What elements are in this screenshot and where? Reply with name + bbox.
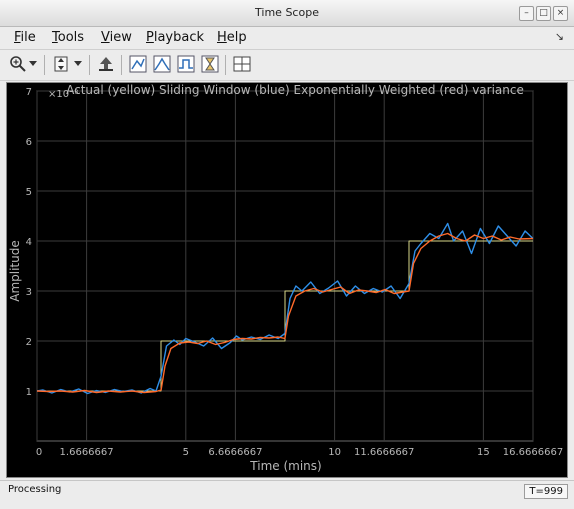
y-tick-label: 2 — [26, 337, 32, 348]
dropdown-arrow-icon[interactable] — [27, 53, 39, 75]
plot-frame — [36, 90, 534, 442]
status-text: Processing — [8, 484, 62, 495]
maximize-button[interactable]: □ — [536, 6, 551, 21]
x-tick-label: 5 — [183, 447, 189, 458]
bilevel-icon[interactable] — [175, 53, 197, 75]
zoom-in-icon[interactable] — [7, 53, 29, 75]
toolbar-separator — [225, 55, 226, 75]
status-bar: Processing T=999 — [0, 480, 574, 509]
close-button[interactable]: × — [553, 6, 568, 21]
x-tick-label: 6.6666667 — [208, 447, 262, 458]
layout-icon[interactable] — [231, 53, 253, 75]
scale-axes-icon[interactable] — [50, 53, 72, 75]
y-tick-label: 4 — [26, 237, 32, 248]
x-tick-label: 15 — [477, 447, 490, 458]
grid-lines — [36, 90, 534, 442]
undock-icon[interactable]: ↘ — [555, 30, 564, 43]
x-tick-labels: 0 1.6666667 5 6.6666667 10 11.6666667 15 16.666… — [36, 447, 563, 458]
menu-tools[interactable]: Tools — [52, 30, 84, 45]
toolbar-separator — [89, 55, 90, 75]
scope-display[interactable]: 1 2 3 4 5 6 7 0 1.6666667 5 6.6666667 10 11.6666667… — [6, 82, 568, 478]
cursor-measurements-icon[interactable] — [199, 53, 221, 75]
plot-title: Actual (yellow) Sliding Window (blue) Ex… — [66, 83, 524, 97]
x-tick-label: 0 — [36, 447, 42, 458]
y-tick-label: 5 — [26, 187, 32, 198]
menu-playback[interactable]: Playback — [146, 30, 204, 45]
minimize-button[interactable]: – — [519, 6, 534, 21]
x-tick-label: 1.6666667 — [60, 447, 114, 458]
y-tick-label: 7 — [26, 87, 32, 98]
x-tick-label: 16.6666667 — [503, 447, 563, 458]
y-multiplier-label: ×10⁻³ — [48, 89, 78, 100]
toolbar-separator — [44, 55, 45, 75]
peak-finder-icon[interactable] — [151, 53, 173, 75]
x-tick-label: 10 — [328, 447, 341, 458]
y-tick-label: 3 — [26, 287, 32, 298]
triggers-icon[interactable] — [127, 53, 149, 75]
scope-plot[interactable]: 1 2 3 4 5 6 7 0 1.6666667 5 6.6666667 10 11.6666667… — [7, 83, 567, 477]
time-indicator: T=999 — [524, 484, 568, 499]
y-axis-label: Amplitude — [8, 240, 22, 302]
restore-view-icon[interactable] — [95, 53, 117, 75]
y-tick-labels: 1 2 3 4 5 6 7 — [26, 87, 32, 398]
menu-view[interactable]: View — [101, 30, 132, 45]
window-titlebar: Time Scope – □ × — [0, 0, 574, 27]
menu-file[interactable]: File — [14, 30, 36, 45]
x-axis-label: Time (mins) — [249, 459, 321, 473]
y-tick-label: 1 — [26, 387, 32, 398]
toolbar-separator — [121, 55, 122, 75]
y-tick-label: 6 — [26, 137, 32, 148]
dropdown-arrow-icon[interactable] — [72, 53, 84, 75]
menu-bar: File Tools View Playback Help ↘ — [0, 27, 574, 50]
menu-help[interactable]: Help — [217, 30, 247, 45]
toolbar — [0, 50, 574, 81]
signal-lines — [36, 222, 534, 395]
window-title: Time Scope — [255, 6, 319, 19]
series-line-actual — [37, 240, 533, 392]
x-tick-label: 11.6666667 — [354, 447, 414, 458]
